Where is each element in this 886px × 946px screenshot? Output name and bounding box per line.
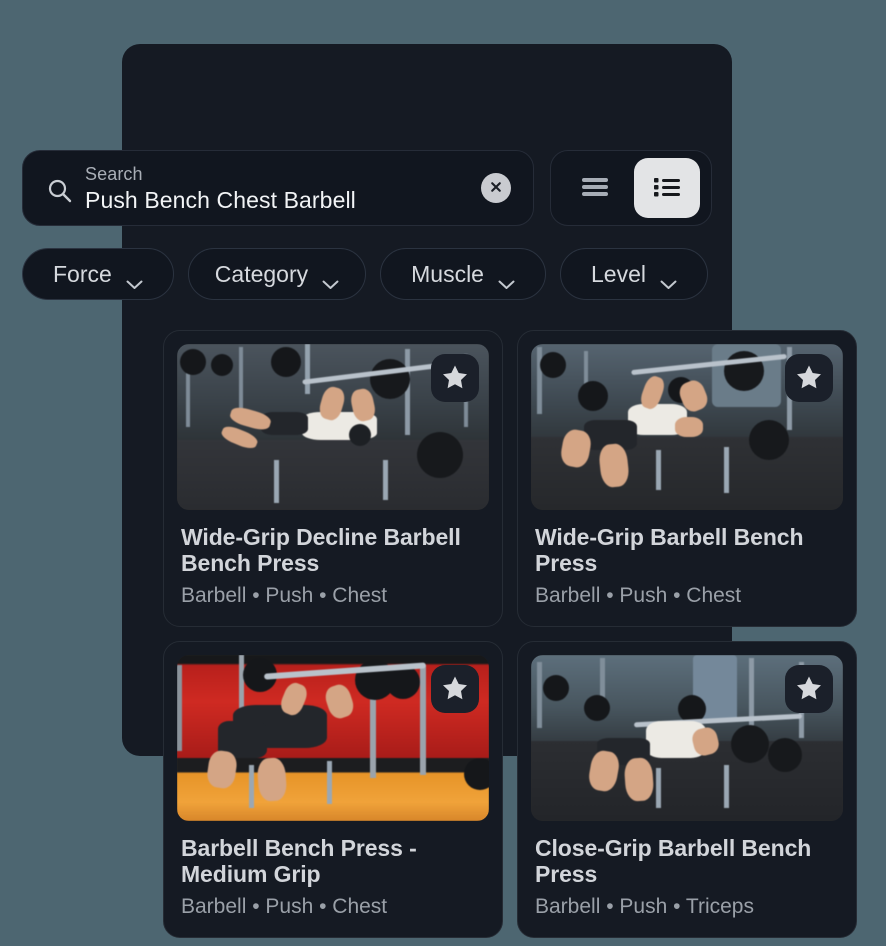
chevron-down-icon [660, 269, 677, 289]
close-icon [488, 179, 504, 198]
view-mode-toggle-group [550, 150, 712, 226]
exercise-card[interactable]: Wide-Grip Decline Barbell Bench Press Ba… [163, 330, 503, 627]
exercise-meta: Barbell • Push • Chest [181, 895, 388, 918]
hamburger-list-icon [580, 176, 610, 201]
star-icon [796, 364, 822, 392]
search-text-group: Search Push Bench Chest Barbell [85, 162, 473, 215]
clear-search-button[interactable] [481, 173, 512, 203]
exercise-meta: Barbell • Push • Triceps [535, 895, 754, 918]
filter-chip-level-label: Level [590, 260, 646, 287]
search-toolbar: Search Push Bench Chest Barbell [22, 150, 712, 226]
filter-chip-force-label: Force [53, 260, 112, 287]
search-icon [45, 176, 75, 206]
exercise-card[interactable]: Barbell Bench Press - Medium Grip Barbel… [163, 641, 503, 938]
exercise-image [531, 344, 843, 510]
filter-chip-muscle[interactable]: Muscle [380, 248, 546, 300]
filter-chip-level[interactable]: Level [559, 248, 708, 300]
exercise-image [531, 655, 843, 821]
exercise-card-body: Wide-Grip Barbell Bench Press Barbell • … [531, 510, 843, 626]
exercise-title: Barbell Bench Press - Medium Grip [181, 835, 417, 887]
detail-list-icon [653, 176, 681, 201]
search-label: Search [85, 163, 143, 184]
exercise-title: Wide-Grip Decline Barbell Bench Press [181, 524, 461, 576]
exercise-title: Close-Grip Barbell Bench Press [535, 835, 812, 887]
exercise-card[interactable]: Close-Grip Barbell Bench Press Barbell •… [517, 641, 857, 938]
chevron-down-icon [126, 269, 143, 289]
exercise-meta: Barbell • Push • Chest [181, 584, 388, 607]
exercise-meta: Barbell • Push • Chest [535, 584, 742, 607]
filter-chip-muscle-label: Muscle [411, 260, 484, 287]
star-icon [442, 364, 468, 392]
exercise-card-body: Wide-Grip Decline Barbell Bench Press Ba… [177, 510, 489, 626]
filter-chip-row: Force Category Muscle Level [22, 247, 732, 301]
chevron-down-icon [322, 269, 339, 289]
view-mode-detailed-button[interactable] [634, 158, 701, 218]
star-icon [442, 675, 468, 703]
favorite-button[interactable] [431, 354, 479, 402]
view-mode-compact-button[interactable] [562, 158, 628, 218]
exercise-image [177, 344, 489, 510]
favorite-button[interactable] [431, 665, 479, 713]
exercise-image [177, 655, 489, 821]
exercise-card-body: Barbell Bench Press - Medium Grip Barbel… [177, 821, 489, 937]
favorite-button[interactable] [785, 665, 833, 713]
search-input[interactable]: Push Bench Chest Barbell [85, 185, 473, 215]
filter-chip-category-label: Category [214, 260, 309, 287]
exercise-card-body: Close-Grip Barbell Bench Press Barbell •… [531, 821, 843, 937]
favorite-button[interactable] [785, 354, 833, 402]
exercise-title: Wide-Grip Barbell Bench Press [535, 524, 804, 576]
star-icon [796, 675, 822, 703]
filter-chip-force[interactable]: Force [22, 248, 174, 300]
exercise-results-grid: Wide-Grip Decline Barbell Bench Press Ba… [163, 330, 859, 938]
search-field-container[interactable]: Search Push Bench Chest Barbell [22, 150, 535, 226]
exercise-card[interactable]: Wide-Grip Barbell Bench Press Barbell • … [517, 330, 857, 627]
filter-chip-category[interactable]: Category [187, 248, 367, 300]
chevron-down-icon [498, 269, 515, 289]
